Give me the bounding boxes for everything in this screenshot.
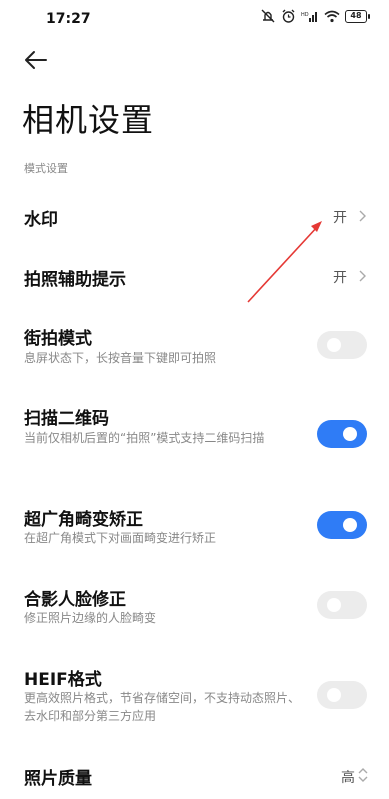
row-title: 照片质量	[24, 769, 92, 789]
battery-icon: 48	[345, 9, 370, 23]
toggle-knob	[343, 518, 357, 532]
row-subtitle: 息屏状态下，长按音量下键即可拍照	[24, 351, 217, 365]
row-title: 街拍模式	[24, 329, 92, 349]
row-subtitle: 更高效照片格式，节省存储空间，不支持动态照片、去水印和部分第三方应用	[24, 691, 301, 723]
row-title: 水印	[24, 210, 58, 230]
row-title: 超广角畸变矫正	[24, 510, 143, 530]
row-title: 拍照辅助提示	[24, 270, 126, 290]
status-time: 17:27	[46, 11, 91, 27]
back-button[interactable]	[22, 48, 50, 72]
back-arrow-icon	[25, 51, 47, 69]
setting-row-ultrawide-correction: 超广角畸变矫正 在超广角模式下对画面畸变进行矫正	[0, 500, 389, 556]
status-bar: 17:27 HD 48	[0, 0, 389, 40]
row-value: 开	[333, 210, 347, 226]
row-title: HEIF格式	[24, 670, 102, 690]
toggle-knob	[327, 688, 341, 702]
svg-text:HD: HD	[301, 12, 309, 18]
setting-row-shooting-assist[interactable]: 拍照辅助提示 开	[0, 250, 389, 302]
signal-icon: HD	[301, 10, 319, 23]
row-title: 扫描二维码	[24, 409, 109, 429]
row-title: 合影人脸修正	[24, 590, 126, 610]
dnd-off-icon	[260, 9, 276, 23]
ultrawide-correction-toggle[interactable]	[317, 511, 367, 539]
setting-row-watermark[interactable]: 水印 开	[0, 190, 389, 242]
toggle-knob	[327, 598, 341, 612]
row-value: 开	[333, 270, 347, 286]
street-mode-toggle[interactable]	[317, 331, 367, 359]
page-title: 相机设置	[22, 101, 155, 139]
status-icons: HD 48	[260, 9, 370, 23]
alarm-icon	[281, 9, 296, 23]
setting-row-photo-quality[interactable]: 照片质量 高	[0, 755, 389, 799]
chevron-right-icon	[359, 270, 366, 282]
up-down-chevron-icon	[358, 768, 368, 782]
row-value: 高	[341, 770, 355, 786]
qr-scan-toggle[interactable]	[317, 420, 367, 448]
heif-toggle[interactable]	[317, 681, 367, 709]
row-subtitle: 当前仅相机后置的“拍照”模式支持二维码扫描	[24, 431, 265, 445]
chevron-right-icon	[359, 210, 366, 222]
row-subtitle: 在超广角模式下对画面畸变进行矫正	[24, 531, 217, 545]
wifi-icon	[324, 10, 340, 23]
setting-row-heif: HEIF格式 更高效照片格式，节省存储空间，不支持动态照片、去水印和部分第三方应…	[0, 660, 389, 736]
setting-row-group-face-correction: 合影人脸修正 修正照片边缘的人脸畸变	[0, 580, 389, 636]
row-subtitle: 修正照片边缘的人脸畸变	[24, 611, 157, 625]
face-correction-toggle[interactable]	[317, 591, 367, 619]
toggle-knob	[343, 427, 357, 441]
setting-row-qr-scan: 扫描二维码 当前仅相机后置的“拍照”模式支持二维码扫描	[0, 397, 389, 475]
section-label: 模式设置	[24, 162, 68, 175]
toggle-knob	[327, 338, 341, 352]
setting-row-street-mode: 街拍模式 息屏状态下，长按音量下键即可拍照	[0, 318, 389, 378]
